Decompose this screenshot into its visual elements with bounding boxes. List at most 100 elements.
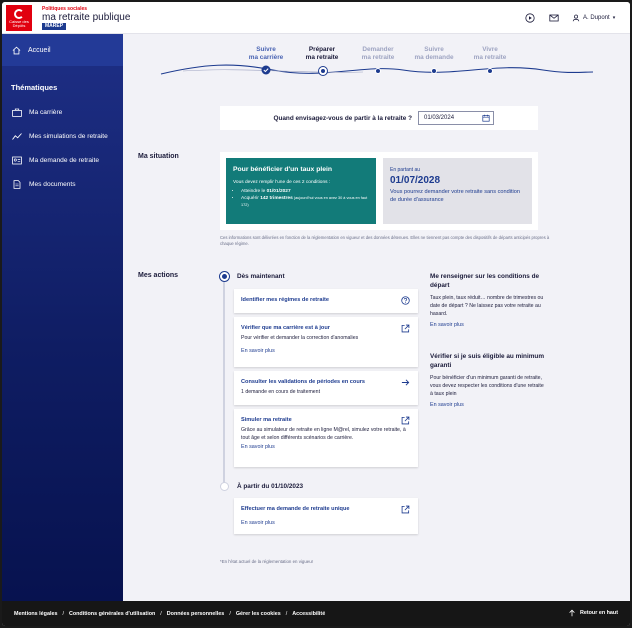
retirement-date-question: Quand envisagez-vous de partir à la retr…: [220, 106, 538, 130]
document-icon: [13, 180, 21, 189]
condition-trimestres: Acquérir 142 trimestres (aujourd'hui vou…: [241, 195, 369, 209]
sidebar-item-label: Mes documents: [29, 181, 76, 188]
action-card-title: Effectuer ma demande de retraite unique: [241, 506, 350, 512]
timeline-dot-later: [220, 482, 229, 491]
sidebar-item-label: Mes simulations de retraite: [29, 133, 108, 140]
depart-date: 01/07/2028: [390, 175, 441, 186]
depart-text: Vous pourrez demander votre retraite san…: [390, 189, 520, 203]
logo-swirl-icon: [14, 9, 24, 19]
sidebar-section-title: Thématiques: [11, 83, 58, 92]
info-minimum-garanti: Vérifier si je suis éligible au minimum …: [430, 352, 545, 408]
caisse-des-depots-logo[interactable]: Caisse des Dépôts: [6, 5, 32, 31]
situation-footnote: Ces informations sont délivrées en fonct…: [220, 235, 550, 246]
action-card-carriere[interactable]: Vérifier que ma carrière est à jour Pour…: [234, 317, 418, 367]
footer-separator: /: [62, 610, 64, 617]
sidebar-item-simulations[interactable]: Mes simulations de retraite: [12, 132, 108, 141]
action-card-validations[interactable]: Consulter les validations de périodes en…: [234, 371, 418, 405]
header: Caisse des Dépôts Politiques sociales ma…: [2, 2, 630, 34]
condition-age: Atteindre le 01/01/2027: [241, 188, 369, 195]
action-card-simuler[interactable]: Simuler ma retraite Grâce au simulateur …: [234, 409, 418, 467]
id-card-icon: [12, 156, 22, 165]
action-card-link[interactable]: En savoir plus: [241, 348, 411, 354]
home-icon: [12, 46, 21, 54]
back-to-top-label: Retour en haut: [579, 610, 618, 616]
date-value: 01/03/2024: [424, 115, 455, 121]
sidebar-item-label: Ma carrière: [29, 109, 63, 116]
step-dot: [375, 68, 381, 74]
info-desc: Pour bénéficier d'un minimum garanti de …: [430, 375, 544, 397]
timeline-line: [223, 276, 225, 488]
step-suivre-demande[interactable]: Suivre ma demande: [404, 46, 464, 62]
retirement-date-input[interactable]: 01/03/2024: [418, 111, 494, 125]
actions-title: Mes actions: [138, 272, 179, 279]
situation-panel: Pour bénéficier d'un taux plein Vous dev…: [220, 152, 538, 230]
external-link-icon: [401, 416, 410, 425]
info-conditions-depart: Me renseigner sur les conditions de dépa…: [430, 272, 545, 328]
footer-separator: /: [160, 610, 162, 617]
step-vivre-retraite[interactable]: Vivre ma retraite: [460, 46, 520, 62]
step-preparer-retraite[interactable]: Préparer ma retraite: [292, 46, 352, 62]
situation-title: Ma situation: [138, 153, 179, 160]
user-icon: [572, 14, 580, 22]
back-to-top-button[interactable]: Retour en haut: [568, 609, 618, 617]
stepper-wave: [160, 64, 594, 75]
briefcase-icon: [12, 108, 22, 117]
footer-link-mentions[interactable]: Mentions légales: [14, 611, 57, 617]
step-dot: [431, 68, 437, 74]
action-card-regimes[interactable]: Identifier mes régimes de retraite: [234, 289, 418, 313]
footer-link-cookies[interactable]: Gérer les cookies: [236, 611, 281, 617]
progress-stepper: Suivre ma carrière Préparer ma retraite De…: [123, 34, 630, 96]
footer-link-cgu[interactable]: Conditions générales d'utilisation: [69, 611, 155, 617]
action-card-title: Vérifier que ma carrière est à jour: [241, 325, 330, 331]
help-circle-icon: [401, 296, 410, 305]
info-desc: Taux plein, taux réduit… nombre de trime…: [430, 295, 544, 317]
footer-link-donnees[interactable]: Données personnelles: [167, 611, 225, 617]
step-dot: [487, 68, 493, 74]
step-done-check-icon: [261, 65, 271, 75]
brand-name[interactable]: ma retraite publique: [42, 12, 130, 23]
step-demander-retraite[interactable]: Demander ma retraite: [348, 46, 408, 62]
depart-small-label: En partant au: [390, 167, 421, 173]
sidebar-item-label: Accueil: [28, 46, 51, 54]
arrow-up-icon: [569, 609, 575, 617]
footer-separator: /: [285, 610, 288, 617]
action-card-title: Simuler ma retraite: [241, 417, 292, 423]
chevron-down-icon: ▾: [612, 15, 616, 21]
action-card-desc: Grâce au simulateur de retraite en ligne…: [241, 427, 406, 441]
step-suivre-carriere[interactable]: Suivre ma carrière: [236, 46, 296, 62]
mail-icon[interactable]: [549, 13, 559, 23]
step-active-dot: [319, 67, 327, 75]
sidebar-item-accueil[interactable]: Accueil: [2, 34, 123, 66]
external-link-icon: [401, 505, 410, 514]
action-card-demande[interactable]: Effectuer ma demande de retraite unique …: [234, 498, 418, 534]
action-card-desc: Pour vérifier et demander la correction …: [241, 335, 359, 341]
user-menu[interactable]: A. Dupont ▾: [572, 13, 615, 23]
calendar-icon[interactable]: [482, 114, 490, 122]
timeline-dot-now: [220, 272, 229, 281]
info-link[interactable]: En savoir plus: [430, 322, 545, 328]
action-card-title: Identifier mes régimes de retraite: [241, 297, 329, 303]
action-card-desc: 1 demande en cours de traitement: [241, 389, 321, 395]
footer-link-accessibilite[interactable]: Accessibilité: [292, 611, 325, 617]
info-link[interactable]: En savoir plus: [430, 402, 545, 408]
chart-line-icon: [12, 133, 22, 140]
sidebar-item-carriere[interactable]: Ma carrière: [12, 108, 62, 117]
regulation-note: *En l'état actuel de la réglementation e…: [220, 559, 314, 564]
action-card-title: Consulter les validations de périodes en…: [241, 379, 366, 385]
depart-card: En partant au 01/07/2028 Vous pourrez de…: [383, 158, 532, 224]
play-circle-icon[interactable]: [525, 13, 535, 23]
footer: Mentions légales / Conditions générales …: [2, 601, 630, 626]
question-label: Quand envisagez-vous de partir à la retr…: [273, 114, 412, 122]
sidebar-item-label: Ma demande de retraite: [29, 157, 100, 164]
sidebar-item-documents[interactable]: Mes documents: [12, 180, 76, 189]
action-card-link[interactable]: En savoir plus: [241, 444, 411, 450]
sidebar-item-demande[interactable]: Ma demande de retraite: [12, 156, 99, 165]
info-title: Vérifier si je suis éligible au minimum …: [430, 353, 545, 369]
brand-badge: MAREP: [42, 23, 67, 30]
arrow-right-icon: [401, 379, 410, 386]
action-card-link[interactable]: En savoir plus: [241, 520, 411, 526]
timeline-heading-now: Dès maintenant: [237, 273, 285, 280]
app-window: Caisse des Dépôts Politiques sociales ma…: [2, 2, 630, 626]
user-name: A. Dupont: [583, 15, 610, 21]
footer-separator: /: [229, 610, 231, 617]
